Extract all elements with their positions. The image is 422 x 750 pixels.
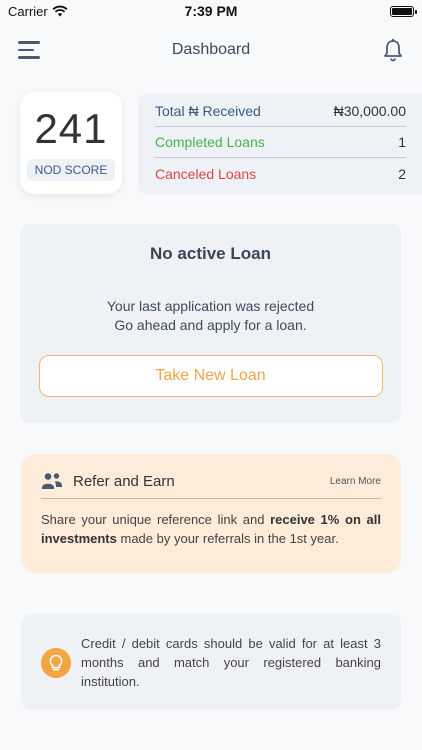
stat-value: 1: [398, 134, 406, 150]
battery-icon: [390, 5, 417, 17]
stat-label: Completed Loans: [155, 134, 265, 150]
stat-label: Canceled Loans: [155, 165, 257, 182]
stat-row-canceled-loans: Canceled Loans 2: [155, 158, 406, 189]
score-value: 241: [34, 105, 108, 152]
refer-text-part: Share your unique reference link and: [41, 512, 271, 527]
stat-row-completed-loans: Completed Loans 1: [155, 127, 406, 158]
stats-card: Total ₦ Received ₦30,000.00 Completed Lo…: [138, 94, 422, 194]
users-icon: [42, 473, 62, 489]
learn-more-link[interactable]: Learn More: [330, 476, 381, 487]
stat-label: Total ₦ Received: [155, 103, 261, 119]
score-card: 241 NOD SCORE: [20, 92, 122, 194]
status-left: Carrier: [8, 4, 68, 19]
score-badge: NOD SCORE: [26, 159, 116, 181]
nav-bar: Dashboard: [0, 30, 422, 70]
wifi-icon: [52, 5, 68, 17]
refer-text-part: made by your referrals in the 1st year.: [116, 531, 339, 546]
refer-description: Share your unique reference link and rec…: [41, 510, 381, 548]
stat-value: 2: [398, 165, 406, 182]
refer-header: Refer and Earn Learn More: [41, 472, 381, 499]
stat-row-total-received: Total ₦ Received ₦30,000.00: [155, 96, 406, 127]
stat-value: ₦30,000.00: [333, 103, 406, 119]
info-card: Credit / debit cards should be valid for…: [21, 614, 401, 710]
bell-icon[interactable]: [382, 38, 404, 62]
loan-message: Your last application was rejected Go ah…: [20, 297, 401, 335]
take-new-loan-button[interactable]: Take New Loan: [38, 355, 383, 397]
status-bar: Carrier 7:39 PM: [0, 0, 422, 22]
loan-card: No active Loan Your last application was…: [20, 224, 401, 423]
loan-title: No active Loan: [150, 244, 271, 263]
lightbulb-icon: [41, 648, 71, 678]
carrier-label: Carrier: [8, 3, 48, 19]
menu-icon[interactable]: [18, 40, 42, 60]
page-title: Dashboard: [171, 41, 251, 58]
loan-message-line: Your last application was rejected: [106, 298, 315, 314]
refer-left: Refer and Earn: [41, 472, 175, 490]
loan-message-line: Go ahead and apply for a loan.: [114, 317, 307, 333]
card-validity-notice: Credit / debit cards should be valid for…: [81, 636, 381, 689]
refer-card: Refer and Earn Learn More Share your uni…: [21, 454, 401, 573]
refer-title: Refer and Earn: [73, 472, 175, 490]
